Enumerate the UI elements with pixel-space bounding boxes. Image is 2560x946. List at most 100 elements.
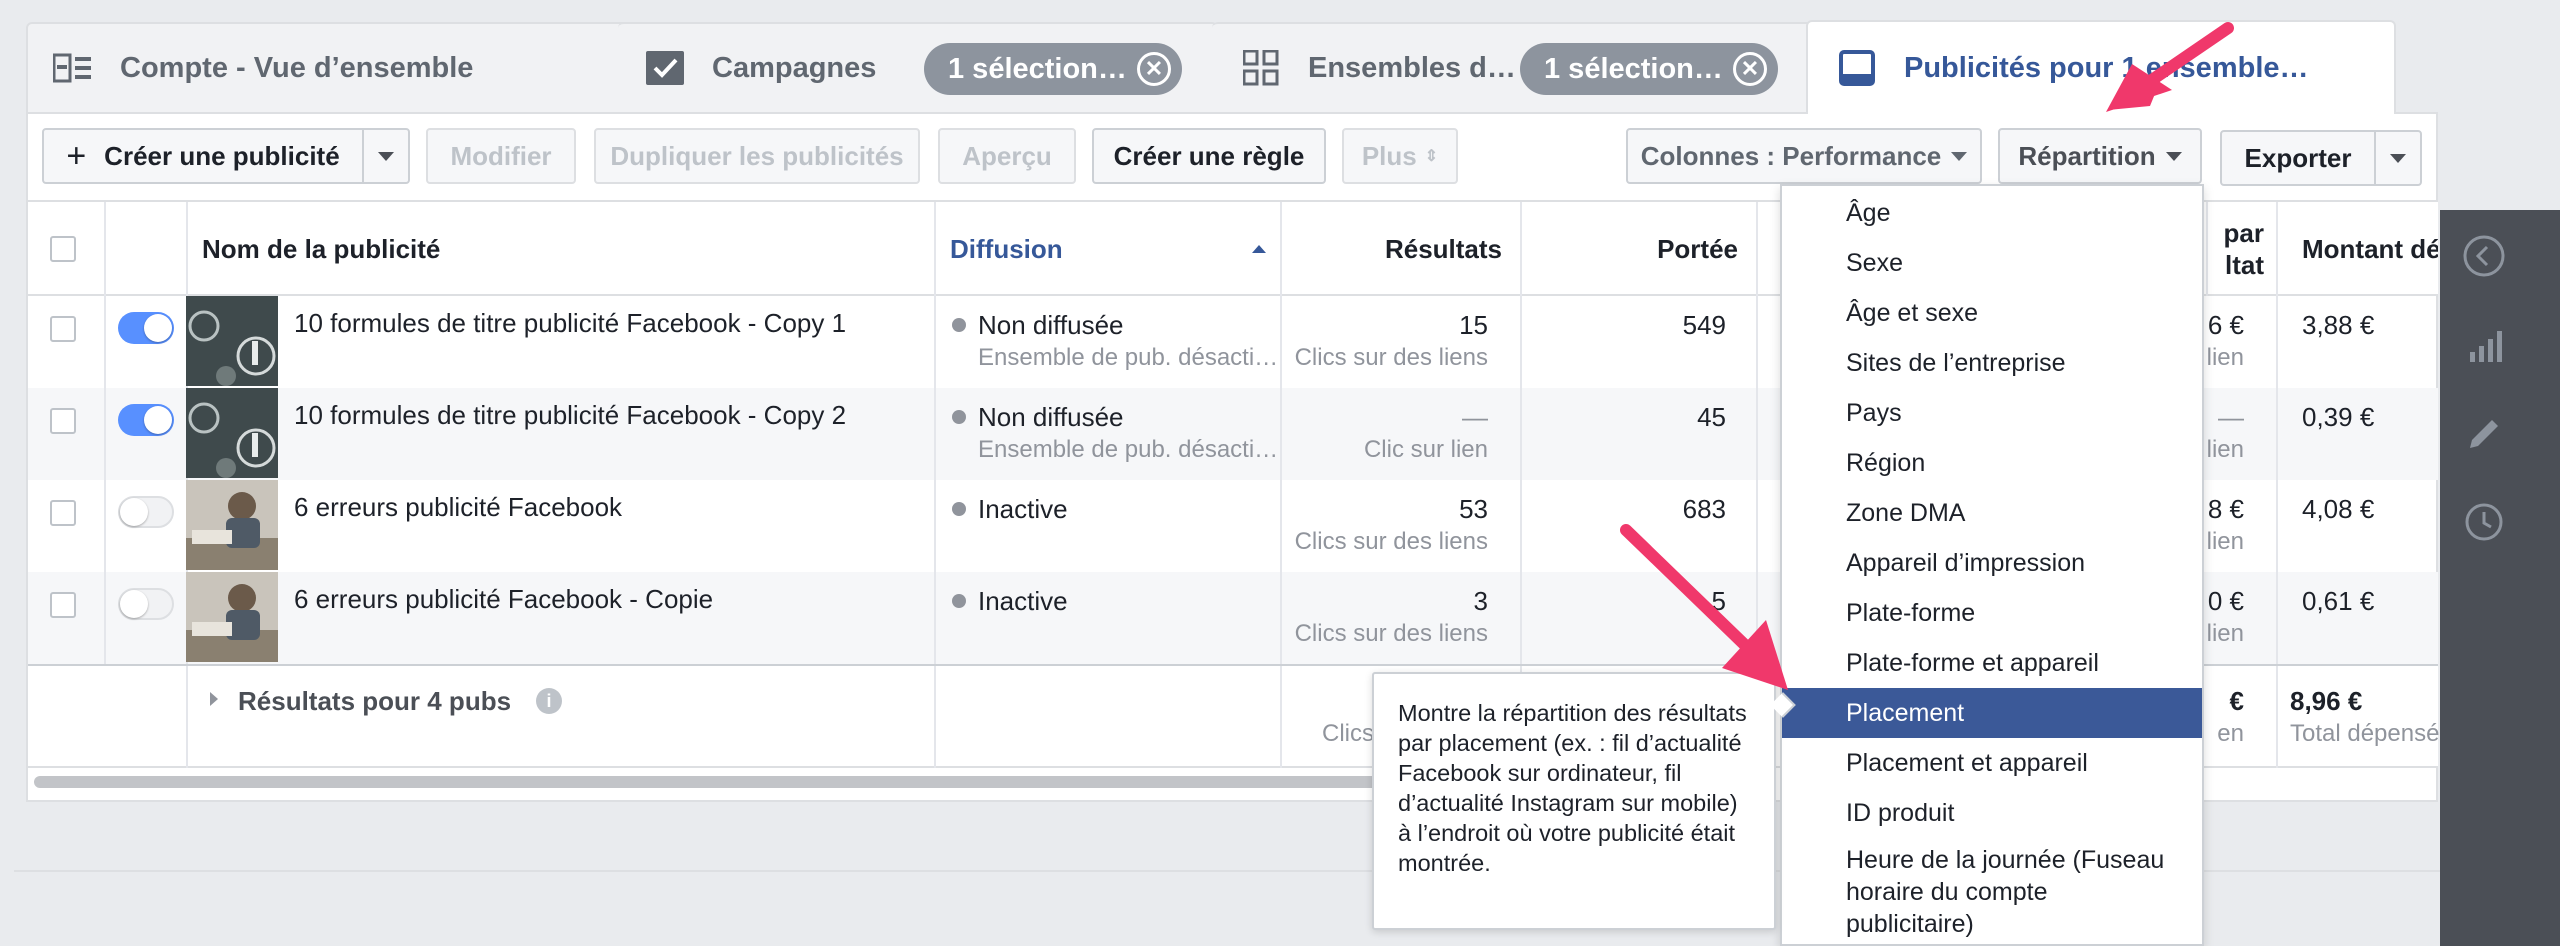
chevron-down-icon <box>2390 153 2406 163</box>
ad-name[interactable]: 10 formules de titre publicité Facebook … <box>294 400 846 431</box>
selection-pill[interactable]: 1 sélection… ✕ <box>924 43 1182 95</box>
status-dot <box>952 318 966 332</box>
tooltip-text: Montre la répartition des résultats par … <box>1398 700 1747 876</box>
breakdown-option[interactable]: Appareil d’impression <box>1782 538 2202 588</box>
create-rule-button[interactable]: Créer une règle <box>1092 128 1326 184</box>
breakdown-option[interactable]: Plate-forme <box>1782 588 2202 638</box>
header-spent[interactable]: Montant dépe <box>2278 202 2438 296</box>
select-all-checkbox[interactable] <box>50 236 76 262</box>
tab-ad-sets[interactable]: Ensembles d… 1 sélection… ✕ <box>1212 22 1822 112</box>
create-ad-button[interactable]: + Créer une publicité <box>42 128 364 184</box>
chevron-left-icon[interactable] <box>2460 232 2508 280</box>
header-reach[interactable]: Portée <box>1522 202 1758 296</box>
breakdown-option[interactable]: Heure de la journée (Fuseau horaire du c… <box>1782 836 2182 946</box>
header-cost-label-2: ltat <box>2225 250 2264 280</box>
row-checkbox[interactable] <box>50 408 76 434</box>
row-checkbox[interactable] <box>50 500 76 526</box>
summary-label-cell[interactable]: Résultats pour 4 pubs i <box>188 666 936 768</box>
duplicate-button[interactable]: Dupliquer les publicités <box>594 128 920 184</box>
reach-value: 683 <box>1682 494 1726 524</box>
header-reach-label: Portée <box>1657 233 1738 264</box>
cost-type: lien <box>2206 436 2244 463</box>
cost-value: — <box>2218 402 2244 432</box>
toggle-cell <box>106 388 188 480</box>
clock-icon[interactable] <box>2460 498 2508 546</box>
breakdown-option[interactable]: Pays <box>1782 388 2202 438</box>
summary-delivery-cell <box>936 666 1282 768</box>
reach-value: 549 <box>1682 310 1726 340</box>
breakdown-option[interactable]: ID produit <box>1782 788 2202 838</box>
more-label: Plus <box>1361 140 1417 171</box>
row-checkbox[interactable] <box>50 316 76 342</box>
results-value: — <box>1462 402 1488 432</box>
tab-account-overview[interactable]: Compte - Vue d’ensemble <box>26 22 646 112</box>
close-icon[interactable]: ✕ <box>1732 52 1767 86</box>
preview-button[interactable]: Aperçu <box>938 128 1076 184</box>
header-select-cell <box>28 202 106 296</box>
modify-button[interactable]: Modifier <box>426 128 576 184</box>
breakdown-button[interactable]: Répartition <box>1998 128 2202 184</box>
tab-campaigns[interactable]: Campagnes 1 sélection… ✕ <box>618 22 1218 112</box>
header-name[interactable]: Nom de la publicité <box>188 202 936 296</box>
toggle-cell <box>106 572 188 664</box>
selection-pill[interactable]: 1 sélection… ✕ <box>1520 43 1778 95</box>
breakdown-option[interactable]: Sexe <box>1782 238 2202 288</box>
toggle-knob <box>120 498 148 526</box>
results-value: 53 <box>1459 494 1488 524</box>
header-delivery[interactable]: Diffusion <box>936 202 1282 296</box>
cost-value: 8 € <box>2207 494 2244 524</box>
select-cell <box>28 572 106 664</box>
summary-cost: € <box>2229 686 2244 716</box>
results-value: 15 <box>1459 310 1488 340</box>
results-type: Clics sur des liens <box>1294 528 1488 555</box>
right-sidebar <box>2440 210 2560 946</box>
more-button[interactable]: Plus ⇕ <box>1342 128 1458 184</box>
ad-name[interactable]: 6 erreurs publicité Facebook <box>294 492 622 523</box>
breakdown-option[interactable]: Zone DMA <box>1782 488 2202 538</box>
active-toggle[interactable] <box>118 312 174 344</box>
ad-name[interactable]: 6 erreurs publicité Facebook - Copie <box>294 584 713 615</box>
ad-name[interactable]: 10 formules de titre publicité Facebook … <box>294 308 846 339</box>
breakdown-option[interactable]: Sites de l’entreprise <box>1782 338 2202 388</box>
header-delivery-label: Diffusion <box>950 233 1063 264</box>
toggle-cell <box>106 480 188 572</box>
pencil-icon[interactable] <box>2460 410 2508 458</box>
bar-chart-icon[interactable] <box>2460 322 2508 370</box>
horizontal-scrollbar[interactable] <box>34 776 1394 788</box>
columns-button[interactable]: Colonnes : Performance <box>1626 128 1982 184</box>
toggle-knob <box>144 406 172 434</box>
tab-ads[interactable]: Publicités pour 1 ensemble… <box>1806 20 2396 114</box>
summary-cost-type: en <box>2217 720 2244 747</box>
expand-arrow-icon[interactable] <box>210 692 218 706</box>
close-icon[interactable]: ✕ <box>1136 52 1171 86</box>
breakdown-option-selected[interactable]: Placement <box>1782 688 2202 738</box>
export-dropdown-button[interactable] <box>2374 130 2422 186</box>
spent-value: 0,61 € <box>2302 586 2375 616</box>
breakdown-option[interactable]: Âge et sexe <box>1782 288 2202 338</box>
chevron-down-icon <box>378 151 394 161</box>
active-toggle[interactable] <box>118 496 174 528</box>
header-results[interactable]: Résultats <box>1282 202 1522 296</box>
header-cost[interactable]: par ltat <box>2208 202 2278 296</box>
spent-value: 4,08 € <box>2302 494 2375 524</box>
toggle-knob <box>120 590 148 618</box>
grid-icon <box>1240 50 1282 86</box>
cost-type: lien <box>2206 528 2244 555</box>
breakdown-option[interactable]: Placement et appareil <box>1782 738 2202 788</box>
row-checkbox[interactable] <box>50 592 76 618</box>
columns-label: Colonnes : Performance <box>1640 140 1942 171</box>
active-toggle[interactable] <box>118 588 174 620</box>
results-value: 3 <box>1473 586 1488 616</box>
spent-value: 0,39 € <box>2302 402 2375 432</box>
plus-icon: + <box>66 137 87 175</box>
active-toggle[interactable] <box>118 404 174 436</box>
ad-icon <box>1836 50 1878 86</box>
selection-pill-label: 1 sélection… <box>948 52 1127 85</box>
breakdown-option[interactable]: Âge <box>1782 188 2202 238</box>
summary-spent: 8,96 € <box>2290 686 2363 716</box>
export-button[interactable]: Exporter <box>2220 130 2376 186</box>
info-icon[interactable]: i <box>536 688 562 714</box>
create-ad-dropdown-button[interactable] <box>362 128 410 184</box>
breakdown-option[interactable]: Région <box>1782 438 2202 488</box>
breakdown-option[interactable]: Plate-forme et appareil <box>1782 638 2202 688</box>
